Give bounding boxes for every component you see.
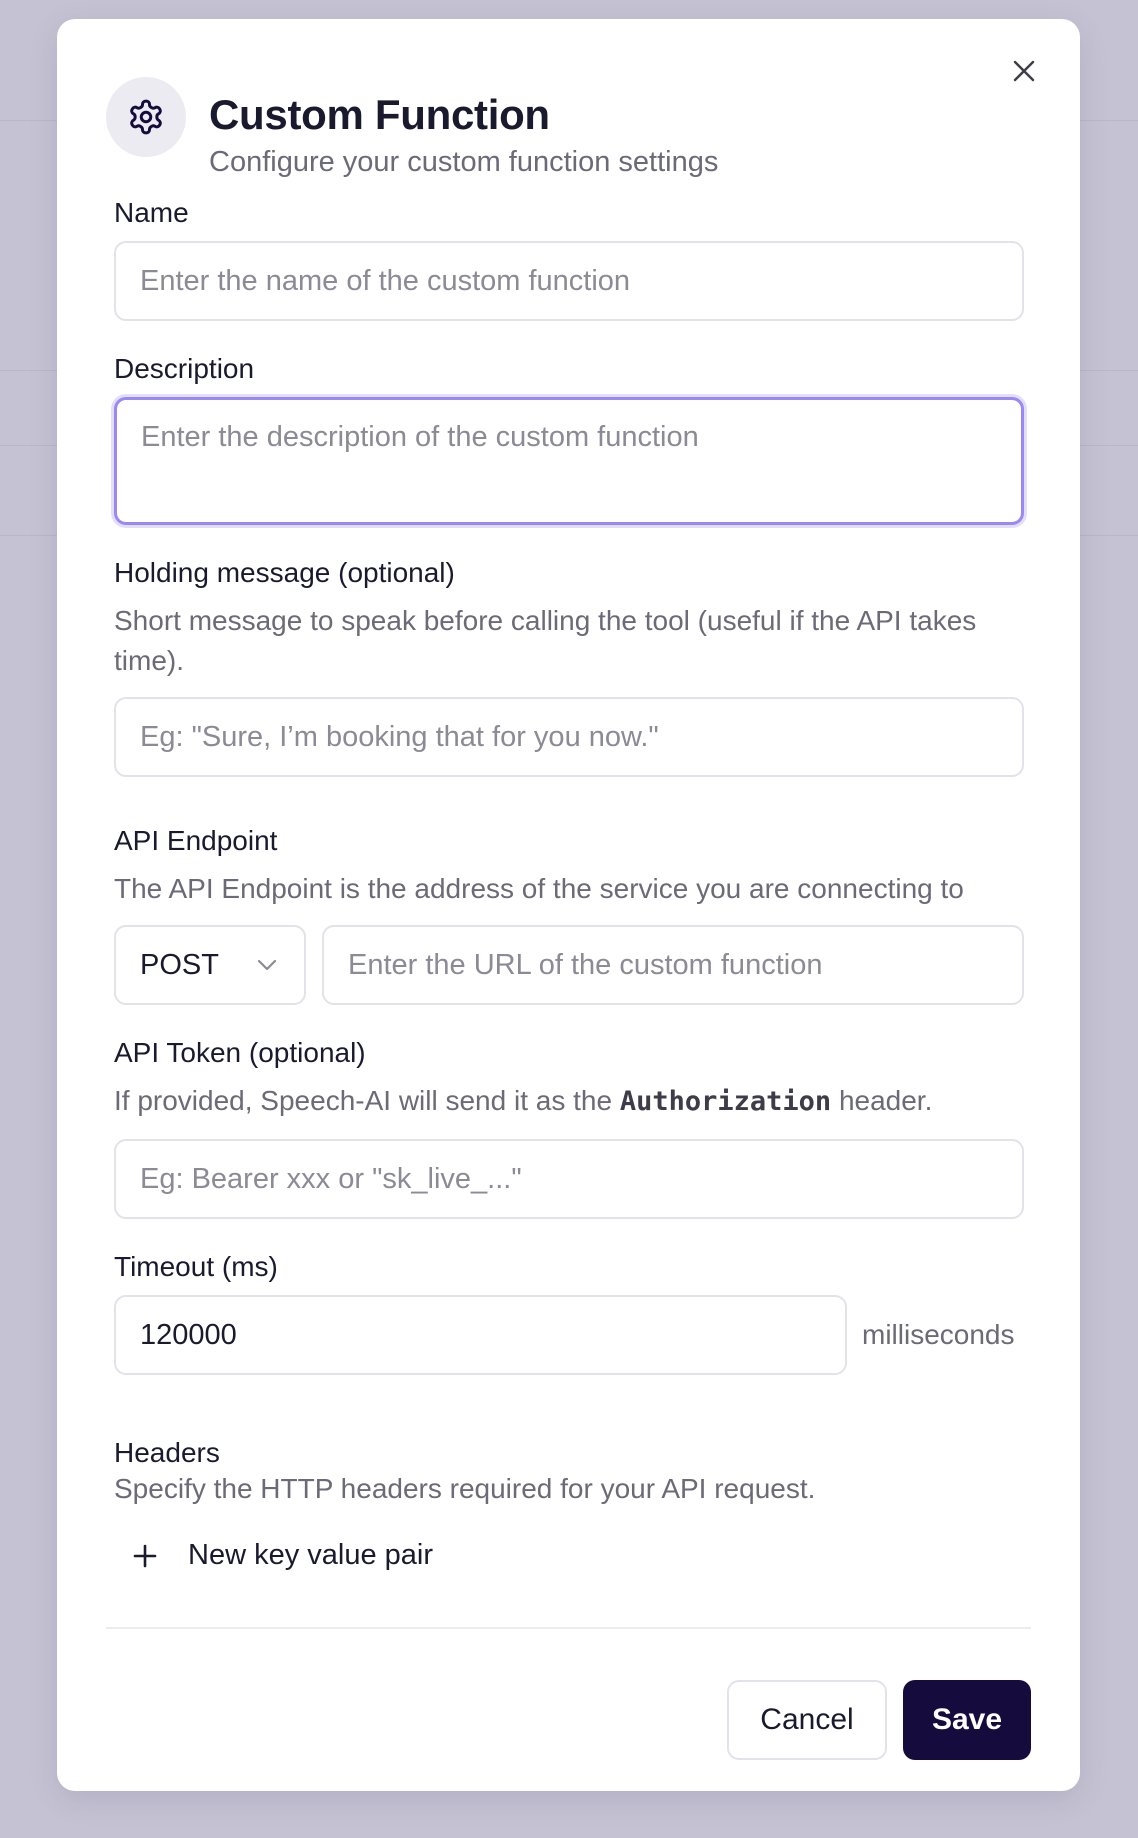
chevron-down-icon bbox=[257, 959, 277, 971]
custom-function-dialog: Custom Function Configure your custom fu… bbox=[57, 19, 1080, 1791]
name-label: Name bbox=[114, 197, 189, 228]
api-token-input[interactable] bbox=[114, 1139, 1024, 1219]
add-key-value-pair-button[interactable]: New key value pair bbox=[132, 1539, 433, 1572]
dialog-subtitle: Configure your custom function settings bbox=[209, 146, 719, 178]
api-endpoint-label: API Endpoint bbox=[114, 825, 278, 856]
name-input[interactable] bbox=[114, 241, 1024, 321]
cancel-button[interactable]: Cancel bbox=[727, 1680, 887, 1760]
gear-icon bbox=[130, 99, 162, 135]
holding-message-help: Short message to speak before calling th… bbox=[114, 605, 977, 676]
api-token-help-prefix: If provided, Speech-AI will send it as t… bbox=[114, 1085, 613, 1116]
dialog-icon-badge bbox=[106, 77, 186, 157]
timeout-label: Timeout (ms) bbox=[114, 1251, 278, 1282]
footer-divider bbox=[106, 1627, 1031, 1629]
description-textarea[interactable] bbox=[114, 397, 1024, 525]
http-method-value: POST bbox=[140, 948, 219, 981]
http-method-select[interactable]: POST bbox=[114, 925, 306, 1005]
timeout-unit: milliseconds bbox=[862, 1319, 1015, 1350]
save-button[interactable]: Save bbox=[903, 1680, 1031, 1760]
holding-message-label: Holding message (optional) bbox=[114, 557, 455, 588]
holding-message-input[interactable] bbox=[114, 697, 1024, 777]
plus-icon bbox=[133, 1544, 157, 1567]
timeout-input[interactable] bbox=[114, 1295, 847, 1375]
dialog-title: Custom Function bbox=[209, 91, 550, 138]
close-icon bbox=[1013, 60, 1035, 82]
api-endpoint-help: The API Endpoint is the address of the s… bbox=[114, 873, 964, 904]
add-key-value-pair-label: New key value pair bbox=[188, 1539, 433, 1571]
headers-help: Specify the HTTP headers required for yo… bbox=[114, 1473, 816, 1504]
close-button[interactable] bbox=[1004, 51, 1044, 91]
api-token-help: If provided, Speech-AI will send it as t… bbox=[114, 1081, 1024, 1122]
headers-label: Headers bbox=[114, 1437, 220, 1468]
api-token-help-suffix: header. bbox=[838, 1085, 933, 1116]
description-label: Description bbox=[114, 353, 255, 384]
api-token-label: API Token (optional) bbox=[114, 1037, 366, 1068]
authorization-code: Authorization bbox=[619, 1086, 832, 1117]
api-url-input[interactable] bbox=[322, 925, 1024, 1005]
